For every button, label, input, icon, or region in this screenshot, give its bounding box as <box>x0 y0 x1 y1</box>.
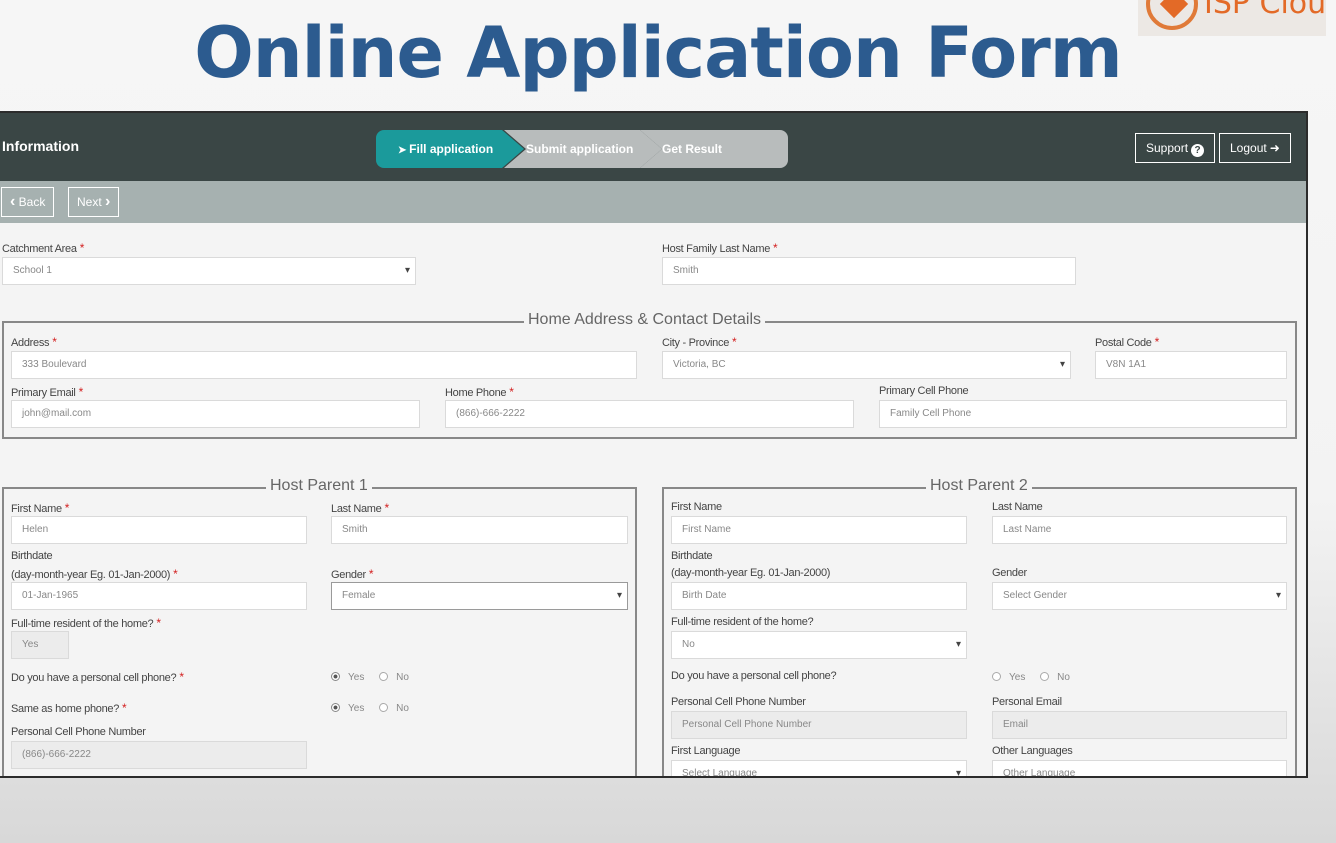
hp1-full-time-label: Full-time resident of the home? * <box>11 616 161 630</box>
hp2-first-name-input[interactable]: First Name <box>671 516 967 544</box>
hp1-first-name-input[interactable]: Helen <box>11 516 307 544</box>
hp2-personal-cell-no-radio[interactable]: No <box>1040 672 1070 683</box>
host-family-last-name-input[interactable]: Smith <box>662 257 1076 285</box>
hp2-first-name-label: First Name <box>671 501 722 513</box>
sign-out-icon: ➜ <box>1269 141 1280 155</box>
host-parent-1-legend: Host Parent 1 <box>266 477 372 495</box>
hp1-birthdate-label: Birthdate <box>11 550 53 562</box>
hp2-birthdate-label: Birthdate <box>671 550 713 562</box>
hp2-full-time-select[interactable]: No <box>671 631 967 659</box>
hp2-first-language-label: First Language <box>671 745 741 757</box>
hp2-gender-label: Gender <box>992 567 1027 579</box>
support-button[interactable]: Support? <box>1135 133 1216 163</box>
postal-code-label: Postal Code * <box>1095 335 1160 349</box>
hp2-birthdate-format-label: (day-month-year Eg. 01-Jan-2000) <box>671 567 831 579</box>
city-province-select[interactable]: Victoria, BC <box>662 351 1071 379</box>
hp2-birthdate-input[interactable]: Birth Date <box>671 582 967 610</box>
hp2-full-time-label: Full-time resident of the home? <box>671 616 814 628</box>
chevron-left-icon: ‹ <box>10 193 16 210</box>
hp1-personal-cell-no-radio[interactable]: No <box>379 672 409 683</box>
hp1-last-name-input[interactable]: Smith <box>331 516 628 544</box>
address-input[interactable]: 333 Boulevard <box>11 351 637 379</box>
primary-cell-phone-label: Primary Cell Phone <box>879 385 969 397</box>
hp1-same-as-home-yes-radio[interactable]: Yes <box>331 703 364 714</box>
hp2-other-languages-input[interactable]: Other Language <box>992 760 1287 776</box>
postal-code-input[interactable]: V8N 1A1 <box>1095 351 1287 379</box>
hp1-personal-cell-number-input[interactable]: (866)-666-2222 <box>11 741 307 769</box>
top-bar: Information ➤ Fill application Submit ap… <box>0 113 1306 181</box>
hp2-personal-cell-number-input[interactable]: Personal Cell Phone Number <box>671 711 967 739</box>
hp2-personal-cell-number-label: Personal Cell Phone Number <box>671 696 806 708</box>
hp1-same-as-home-no-radio[interactable]: No <box>379 703 409 714</box>
nav-bar: ‹ Back Next › <box>0 181 1306 223</box>
hp1-same-as-home-radio-group: Yes No <box>331 703 409 714</box>
hp1-gender-select[interactable]: Female <box>331 582 628 610</box>
hp2-last-name-label: Last Name <box>992 501 1043 513</box>
play-arrow-icon: ➤ <box>398 145 410 156</box>
home-address-legend: Home Address & Contact Details <box>524 311 765 329</box>
step-submit-application[interactable]: Submit application <box>504 130 662 168</box>
host-family-last-name-label: Host Family Last Name * <box>662 241 778 255</box>
next-button[interactable]: Next › <box>68 187 120 217</box>
catchment-area-select[interactable]: School 1 <box>2 257 416 285</box>
catchment-area-label: Catchment Area * <box>2 241 85 255</box>
hp2-first-language-select[interactable]: Select Language <box>671 760 967 776</box>
home-phone-label: Home Phone * <box>445 385 514 399</box>
hp2-other-languages-label: Other Languages <box>992 745 1073 757</box>
hp1-gender-label: Gender * <box>331 567 374 581</box>
primary-email-input[interactable]: john@mail.com <box>11 400 420 428</box>
chevron-right-icon: › <box>105 193 111 210</box>
step-fill-application[interactable]: ➤ Fill application <box>376 130 524 168</box>
hp1-first-name-label: First Name * <box>11 501 70 515</box>
hp2-personal-email-input[interactable]: Email <box>992 711 1287 739</box>
hp2-personal-cell-yes-radio[interactable]: Yes <box>992 672 1025 683</box>
host-parent-2-legend: Host Parent 2 <box>926 477 1032 495</box>
home-phone-input[interactable]: (866)-666-2222 <box>445 400 854 428</box>
logout-button[interactable]: Logout ➜ <box>1219 133 1291 163</box>
hp1-birthdate-input[interactable]: 01-Jan-1965 <box>11 582 307 610</box>
hp1-birthdate-format-label: (day-month-year Eg. 01-Jan-2000) * <box>11 567 178 581</box>
isp-cloud-logo: ISP Cloud <box>1138 0 1326 36</box>
hp2-personal-cell-label: Do you have a personal cell phone? <box>671 670 837 682</box>
page-title: Online Application Form <box>194 12 1122 94</box>
hp2-last-name-input[interactable]: Last Name <box>992 516 1287 544</box>
hp1-personal-cell-radio-group: Yes No <box>331 672 409 683</box>
step-get-result[interactable]: Get Result <box>640 130 788 168</box>
logo-text: ISP Cloud <box>1204 0 1326 21</box>
hp1-same-as-home-label: Same as home phone? * <box>11 701 127 715</box>
hp2-personal-email-label: Personal Email <box>992 696 1062 708</box>
hp2-gender-select[interactable]: Select Gender <box>992 582 1287 610</box>
hp1-personal-cell-yes-radio[interactable]: Yes <box>331 672 364 683</box>
address-label: Address * <box>11 335 57 349</box>
back-button[interactable]: ‹ Back <box>1 187 55 217</box>
city-province-label: City - Province * <box>662 335 737 349</box>
section-title: Information <box>2 138 79 154</box>
question-circle-icon: ? <box>1191 144 1205 157</box>
primary-cell-phone-input[interactable]: Family Cell Phone <box>879 400 1287 428</box>
hp1-last-name-label: Last Name * <box>331 501 389 515</box>
application-window: Information ➤ Fill application Submit ap… <box>0 111 1308 778</box>
hp1-full-time-select[interactable]: Yes <box>11 631 69 659</box>
primary-email-label: Primary Email * <box>11 385 83 399</box>
hp2-personal-cell-radio-group: Yes No <box>992 672 1070 683</box>
hp1-personal-cell-number-label: Personal Cell Phone Number <box>11 726 146 738</box>
hp1-personal-cell-label: Do you have a personal cell phone? * <box>11 670 184 684</box>
